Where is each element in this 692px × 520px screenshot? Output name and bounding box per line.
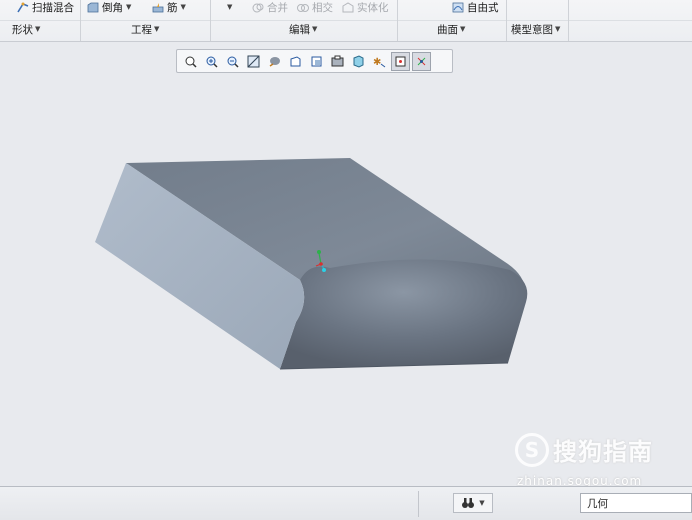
selection-filter[interactable]: 几何 [580, 493, 692, 513]
chevron-down-icon[interactable]: ▼ [479, 499, 484, 507]
repaint-icon [247, 55, 260, 67]
group-engineering-label: 工程 [131, 23, 152, 36]
chamfer-dropdown-icon[interactable]: ▼ [126, 3, 131, 11]
group-editing[interactable]: 编辑 ▼ [289, 22, 317, 36]
sweep-blend-icon [17, 2, 29, 12]
merge-button[interactable]: 合并 [252, 0, 288, 14]
display-style-button[interactable] [265, 52, 284, 71]
chevron-down-icon: ▼ [555, 25, 561, 33]
sweep-blend-label: 扫描混合 [32, 1, 74, 14]
intersect-label: 相交 [312, 1, 333, 14]
zoom-out-icon [227, 56, 239, 68]
merge-label: 合并 [267, 1, 288, 14]
datum-display-button[interactable]: ✱ [370, 52, 389, 71]
merge-icon [252, 3, 264, 12]
intersect-icon [297, 3, 309, 12]
rib-button[interactable]: 筋 ▼ [152, 0, 186, 14]
chevron-down-icon: ▼ [35, 25, 41, 33]
solidify-icon [342, 1, 354, 12]
spin-center-icon [395, 56, 406, 66]
selection-filter-value: 几何 [587, 497, 608, 510]
group-shapes[interactable]: 形状 ▼ [12, 22, 40, 36]
rib-dropdown-icon[interactable]: ▼ [181, 3, 186, 11]
csys-display-icon [417, 57, 426, 65]
csys-display-button[interactable] [412, 51, 431, 71]
view-manager-icon [311, 56, 322, 66]
chamfer-icon [87, 2, 99, 12]
refit-button[interactable] [181, 52, 200, 71]
solidify-button[interactable]: 实体化 [342, 0, 389, 14]
perspective-button[interactable] [328, 52, 347, 71]
model-round-face [280, 259, 528, 369]
group-surfaces-label: 曲面 [437, 23, 458, 36]
freestyle-label: 自由式 [467, 1, 499, 14]
view-toolbar: ✱ [176, 49, 453, 73]
intersect-button[interactable]: 相交 [297, 0, 333, 14]
zoom-in-icon [206, 56, 218, 68]
refit-icon [185, 56, 197, 68]
group-editing-label: 编辑 [289, 23, 310, 36]
freestyle-icon [452, 2, 464, 12]
saved-views-icon [290, 55, 301, 66]
edit-more-dropdown[interactable]: ▼ [227, 0, 232, 14]
chevron-down-icon: ▼ [460, 25, 466, 33]
annotation-display-icon [353, 54, 364, 68]
solidify-label: 实体化 [357, 1, 389, 14]
zoom-out-button[interactable] [223, 52, 242, 71]
group-divider [210, 0, 211, 41]
status-divider [418, 491, 419, 517]
ribbon-divider [0, 20, 692, 21]
part-model[interactable] [0, 42, 692, 486]
chevron-down-icon: ▼ [154, 25, 160, 33]
status-bar: ▼ 几何 [0, 486, 692, 520]
freestyle-button[interactable]: 自由式 [452, 0, 499, 14]
chevron-down-icon[interactable]: ▼ [227, 3, 232, 11]
binoculars-icon [462, 498, 475, 508]
rib-icon [152, 2, 164, 12]
spin-center-button[interactable] [391, 51, 410, 71]
saved-views-button[interactable] [286, 52, 305, 71]
display-style-icon [269, 56, 280, 67]
find-button[interactable]: ▼ [453, 493, 493, 513]
sogou-logo: S [515, 432, 549, 467]
annotation-display-button[interactable] [349, 52, 368, 71]
rib-label: 筋 [167, 1, 178, 14]
perspective-icon [331, 55, 344, 66]
group-shapes-label: 形状 [12, 23, 33, 36]
watermark: S 搜狗指南 [515, 432, 653, 467]
svg-text:✱: ✱ [373, 57, 381, 68]
graphics-window[interactable] [0, 42, 692, 486]
view-manager-button[interactable] [307, 52, 326, 71]
repaint-button[interactable] [244, 52, 263, 71]
datum-display-icon: ✱ [373, 57, 386, 68]
group-divider [397, 0, 398, 41]
group-divider [80, 0, 81, 41]
group-model-intent[interactable]: 模型意图 ▼ [511, 22, 560, 36]
chamfer-label: 倒角 [102, 1, 123, 14]
group-surfaces[interactable]: 曲面 ▼ [437, 22, 465, 36]
chevron-down-icon: ▼ [312, 25, 318, 33]
group-divider [568, 0, 569, 41]
sweep-blend-button[interactable]: 扫描混合 [17, 0, 74, 14]
zoom-in-button[interactable] [202, 52, 221, 71]
group-engineering[interactable]: 工程 ▼ [131, 22, 159, 36]
group-divider [506, 0, 507, 41]
chamfer-button[interactable]: 倒角 ▼ [87, 0, 131, 14]
group-model-intent-label: 模型意图 [511, 23, 553, 36]
watermark-text: 搜狗指南 [553, 438, 653, 466]
ribbon: 扫描混合 倒角 ▼ 筋 ▼ ▼ 合并 相交 实体化 自由式 形状 ▼ 工程 ▼ 编辑… [0, 0, 692, 42]
